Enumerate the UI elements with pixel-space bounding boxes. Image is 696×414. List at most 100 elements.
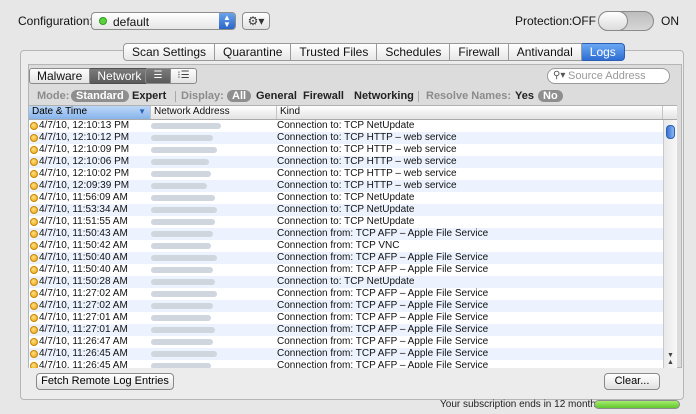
- status-led-icon: [30, 290, 38, 298]
- display-all-button[interactable]: All: [227, 90, 252, 102]
- cell-network-address-redacted: [151, 279, 215, 285]
- cell-network-address-redacted: [151, 339, 213, 345]
- column-network-address[interactable]: Network Address: [151, 106, 277, 119]
- display-firewall-button[interactable]: Firewall: [303, 90, 344, 102]
- tab-antivandal[interactable]: Antivandal: [508, 43, 582, 61]
- status-led-icon: [30, 314, 38, 322]
- configuration-select[interactable]: default ▲ ▼: [91, 12, 236, 30]
- network-button[interactable]: Network: [90, 68, 150, 84]
- cell-network-address-redacted: [151, 363, 211, 368]
- gear-icon: ⚙▾: [247, 14, 265, 28]
- cell-kind: Connection from: TCP AFP – Apple File Se…: [277, 264, 489, 275]
- display-networking-button[interactable]: Networking: [354, 90, 414, 102]
- tab-schedules[interactable]: Schedules: [377, 43, 451, 61]
- status-led-icon: [30, 218, 38, 226]
- table-row[interactable]: 4/7/10, 11:27:02 AM Connection from: TCP …: [29, 288, 663, 300]
- table-row[interactable]: 4/7/10, 12:10:06 PM Connection to: TCP HT…: [29, 156, 663, 168]
- column-date-time[interactable]: Date & Time ▼: [29, 106, 151, 119]
- cell-kind: Connection from: TCP VNC: [277, 240, 400, 251]
- cell-date-time: 4/7/10, 12:10:09 PM: [39, 144, 130, 155]
- cell-kind: Connection from: TCP AFP – Apple File Se…: [277, 312, 489, 323]
- gear-menu-button[interactable]: ⚙▾: [242, 12, 270, 30]
- status-led-icon: [30, 338, 38, 346]
- sort-descending-icon: ▼: [138, 107, 146, 116]
- tab-bar: Scan Settings Quarantine Trusted Files Sche…: [123, 43, 625, 61]
- table-row[interactable]: 4/7/10, 11:27:02 AM Connection from: TCP …: [29, 300, 663, 312]
- toolbar: Configuration: default ▲ ▼ ⚙▾ Protection:…: [0, 0, 696, 42]
- table-row[interactable]: 4/7/10, 12:10:13 PM Connection to: TCP Ne…: [29, 120, 663, 132]
- scrollbar-thumb[interactable]: [666, 125, 675, 139]
- malware-button[interactable]: Malware: [29, 68, 91, 84]
- vertical-scrollbar[interactable]: ▼ ▲: [663, 120, 677, 368]
- table-row[interactable]: 4/7/10, 11:51:55 AM Connection to: TCP Ne…: [29, 216, 663, 228]
- tab-quarantine[interactable]: Quarantine: [215, 43, 292, 61]
- table-row[interactable]: 4/7/10, 11:56:09 AM Connection to: TCP Ne…: [29, 192, 663, 204]
- cell-date-time: 4/7/10, 11:27:01 AM: [39, 312, 128, 323]
- table-row[interactable]: 4/7/10, 12:09:39 PM Connection to: TCP HT…: [29, 180, 663, 192]
- cell-date-time: 4/7/10, 11:50:43 AM: [39, 228, 128, 239]
- cell-network-address-redacted: [151, 243, 211, 249]
- scroll-down-icon[interactable]: ▼: [667, 352, 674, 359]
- status-led-icon: [30, 362, 38, 368]
- list-view-button[interactable]: ☰: [145, 68, 171, 84]
- table-row[interactable]: 4/7/10, 11:27:01 AM Connection from: TCP …: [29, 312, 663, 324]
- cell-network-address-redacted: [151, 195, 215, 201]
- status-led-icon: [30, 278, 38, 286]
- cell-date-time: 4/7/10, 11:26:47 AM: [39, 336, 128, 347]
- cell-network-address-redacted: [151, 303, 213, 309]
- cell-date-time: 4/7/10, 11:26:45 AM: [39, 348, 128, 359]
- table-row[interactable]: 4/7/10, 11:50:40 AM Connection from: TCP …: [29, 252, 663, 264]
- table-row[interactable]: 4/7/10, 11:50:42 AM Connection from: TCP …: [29, 240, 663, 252]
- tab-logs[interactable]: Logs: [581, 43, 625, 61]
- subscription-status-text: Your subscription ends in 12 months: [440, 399, 601, 410]
- cell-date-time: 4/7/10, 12:10:02 PM: [39, 168, 130, 179]
- cell-date-time: 4/7/10, 12:10:06 PM: [39, 156, 130, 167]
- detail-view-icon: ⁝☰: [177, 70, 190, 81]
- fetch-remote-log-button[interactable]: Fetch Remote Log Entries: [36, 373, 174, 390]
- table-row[interactable]: 4/7/10, 11:26:45 AM Connection from: TCP …: [29, 360, 663, 368]
- table-row[interactable]: 4/7/10, 12:10:09 PM Connection to: TCP HT…: [29, 144, 663, 156]
- table-row[interactable]: 4/7/10, 11:26:45 AM Connection from: TCP …: [29, 348, 663, 360]
- cell-kind: Connection to: TCP HTTP – web service: [277, 168, 457, 179]
- divider: [418, 91, 419, 102]
- tab-trusted-files[interactable]: Trusted Files: [291, 43, 378, 61]
- cell-network-address-redacted: [151, 315, 211, 321]
- table-row[interactable]: 4/7/10, 11:50:43 AM Connection from: TCP …: [29, 228, 663, 240]
- table-row[interactable]: 4/7/10, 11:26:47 AM Connection from: TCP …: [29, 336, 663, 348]
- table-row[interactable]: 4/7/10, 12:10:12 PM Connection to: TCP HT…: [29, 132, 663, 144]
- mode-expert-button[interactable]: Expert: [132, 90, 166, 102]
- mode-standard-button[interactable]: Standard: [71, 90, 129, 102]
- display-general-button[interactable]: General: [256, 90, 297, 102]
- table-row[interactable]: 4/7/10, 11:50:28 AM Connection to: TCP Ne…: [29, 276, 663, 288]
- cell-kind: Connection to: TCP NetUpdate: [277, 120, 415, 131]
- status-dot-icon: [99, 17, 107, 25]
- resolve-yes-button[interactable]: Yes: [515, 90, 534, 102]
- cell-kind: Connection to: TCP NetUpdate: [277, 276, 415, 287]
- clear-button[interactable]: Clear...: [604, 373, 660, 390]
- cell-kind: Connection to: TCP HTTP – web service: [277, 144, 457, 155]
- column-kind[interactable]: Kind: [277, 106, 663, 119]
- tab-firewall[interactable]: Firewall: [450, 43, 509, 61]
- table-row[interactable]: 4/7/10, 11:50:40 AM Connection from: TCP …: [29, 264, 663, 276]
- resolve-no-button[interactable]: No: [538, 90, 563, 102]
- cell-date-time: 4/7/10, 11:27:01 AM: [39, 324, 128, 335]
- cell-network-address-redacted: [151, 255, 217, 261]
- detail-view-button[interactable]: ⁝☰: [171, 68, 197, 84]
- select-arrows-icon: ▲ ▼: [219, 13, 235, 29]
- status-led-icon: [30, 122, 38, 130]
- search-field[interactable]: ⚲▾: [547, 68, 670, 84]
- scroll-up-icon[interactable]: ▲: [667, 359, 674, 366]
- cell-kind: Connection to: TCP NetUpdate: [277, 216, 415, 227]
- tab-scan-settings[interactable]: Scan Settings: [123, 43, 216, 61]
- cell-network-address-redacted: [151, 327, 215, 333]
- search-input[interactable]: [568, 69, 666, 83]
- table-row[interactable]: 4/7/10, 11:27:01 AM Connection from: TCP …: [29, 324, 663, 336]
- table-row[interactable]: 4/7/10, 12:10:02 PM Connection to: TCP HT…: [29, 168, 663, 180]
- cell-kind: Connection to: TCP NetUpdate: [277, 192, 415, 203]
- table-row[interactable]: 4/7/10, 11:53:34 AM Connection to: TCP Ne…: [29, 204, 663, 216]
- status-led-icon: [30, 170, 38, 178]
- status-led-icon: [30, 302, 38, 310]
- toggle-knob[interactable]: [598, 11, 628, 31]
- protection-toggle[interactable]: [598, 11, 654, 31]
- divider: [175, 91, 176, 102]
